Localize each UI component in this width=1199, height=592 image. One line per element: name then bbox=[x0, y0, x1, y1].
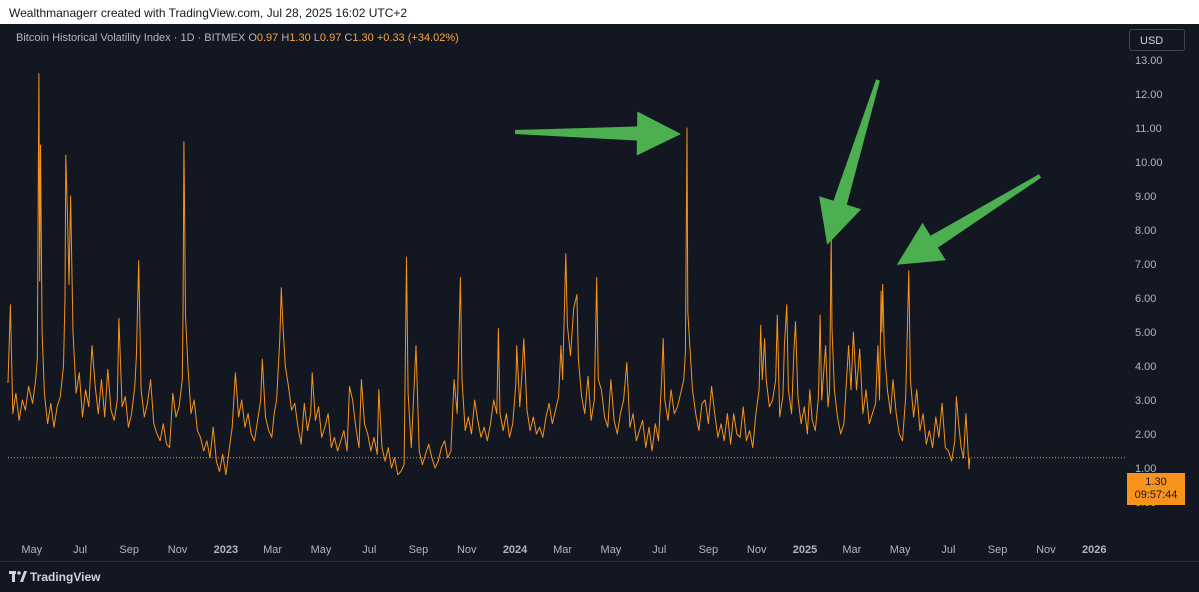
annotation-arrow bbox=[896, 174, 1042, 265]
x-tick-label: 2023 bbox=[214, 544, 238, 556]
y-tick-label: 2.00 bbox=[1135, 429, 1156, 441]
y-tick-label: 11.00 bbox=[1135, 123, 1162, 135]
volatility-series-line bbox=[7, 73, 971, 476]
x-tick-label: Mar bbox=[263, 544, 282, 556]
x-tick-label: 2025 bbox=[793, 544, 817, 556]
symbol-legend: Bitcoin Historical Volatility Index · 1D… bbox=[16, 32, 459, 44]
annotation-arrow bbox=[819, 79, 880, 245]
y-tick-label: 13.00 bbox=[1135, 55, 1163, 67]
legend-open-value: 0.97 bbox=[256, 32, 279, 44]
y-tick-label: 5.00 bbox=[1135, 327, 1156, 339]
tradingview-logo-icon bbox=[9, 571, 27, 582]
last-price-tag: 1.30 09:57:44 bbox=[1127, 473, 1185, 505]
x-tick-label: Nov bbox=[168, 544, 188, 556]
x-tick-label: Jul bbox=[652, 544, 666, 556]
volatility-chart[interactable]: 0.001.002.003.004.005.006.007.008.009.00… bbox=[0, 24, 1199, 561]
x-tick-label: May bbox=[21, 544, 42, 556]
x-tick-label: Nov bbox=[457, 544, 477, 556]
x-tick-label: Nov bbox=[747, 544, 767, 556]
legend-title: Bitcoin Historical Volatility Index · 1D… bbox=[16, 32, 246, 44]
x-tick-label: Mar bbox=[842, 544, 861, 556]
last-price-value: 1.30 bbox=[1145, 476, 1167, 488]
tradingview-brand[interactable]: TradingView bbox=[30, 570, 100, 584]
x-tick-label: Jul bbox=[73, 544, 87, 556]
x-tick-label: 2024 bbox=[503, 544, 528, 556]
x-tick-label: Sep bbox=[988, 544, 1008, 556]
legend-high-value: 1.30 bbox=[289, 32, 311, 44]
x-tick-label: May bbox=[311, 544, 332, 556]
chart-panel[interactable]: 0.001.002.003.004.005.006.007.008.009.00… bbox=[0, 24, 1199, 561]
x-tick-label: Jul bbox=[941, 544, 955, 556]
caption-text: Wealthmanagerr created with TradingView.… bbox=[9, 6, 408, 20]
legend-low-value: 0.97 bbox=[319, 32, 342, 44]
x-tick-label: May bbox=[890, 544, 911, 556]
x-tick-label: Sep bbox=[119, 544, 139, 556]
x-tick-label: 2026 bbox=[1082, 544, 1106, 556]
y-tick-label: 12.00 bbox=[1135, 89, 1163, 101]
annotation-arrow bbox=[515, 111, 681, 156]
x-tick-label: May bbox=[601, 544, 622, 556]
y-tick-label: 4.00 bbox=[1135, 361, 1156, 373]
currency-button[interactable]: USD bbox=[1129, 29, 1185, 51]
legend-change: +0.33 (+34.02%) bbox=[376, 32, 459, 44]
y-tick-label: 7.00 bbox=[1135, 259, 1156, 271]
y-tick-label: 9.00 bbox=[1135, 191, 1156, 203]
x-tick-label: Jul bbox=[362, 544, 376, 556]
y-tick-label: 6.00 bbox=[1135, 293, 1156, 305]
x-tick-label: Mar bbox=[553, 544, 572, 556]
y-tick-label: 10.00 bbox=[1135, 157, 1163, 169]
chart-caption: Wealthmanagerr created with TradingView.… bbox=[0, 0, 1199, 24]
bar-countdown: 09:57:44 bbox=[1134, 489, 1178, 501]
footer-bar: TradingView bbox=[0, 561, 1199, 592]
y-tick-label: 3.00 bbox=[1135, 395, 1156, 407]
x-tick-label: Nov bbox=[1036, 544, 1056, 556]
x-tick-label: Sep bbox=[699, 544, 719, 556]
legend-close-value: 1.30 bbox=[352, 32, 374, 44]
legend-open-label: O bbox=[248, 32, 257, 44]
y-tick-label: 8.00 bbox=[1135, 225, 1156, 237]
x-tick-label: Sep bbox=[409, 544, 429, 556]
